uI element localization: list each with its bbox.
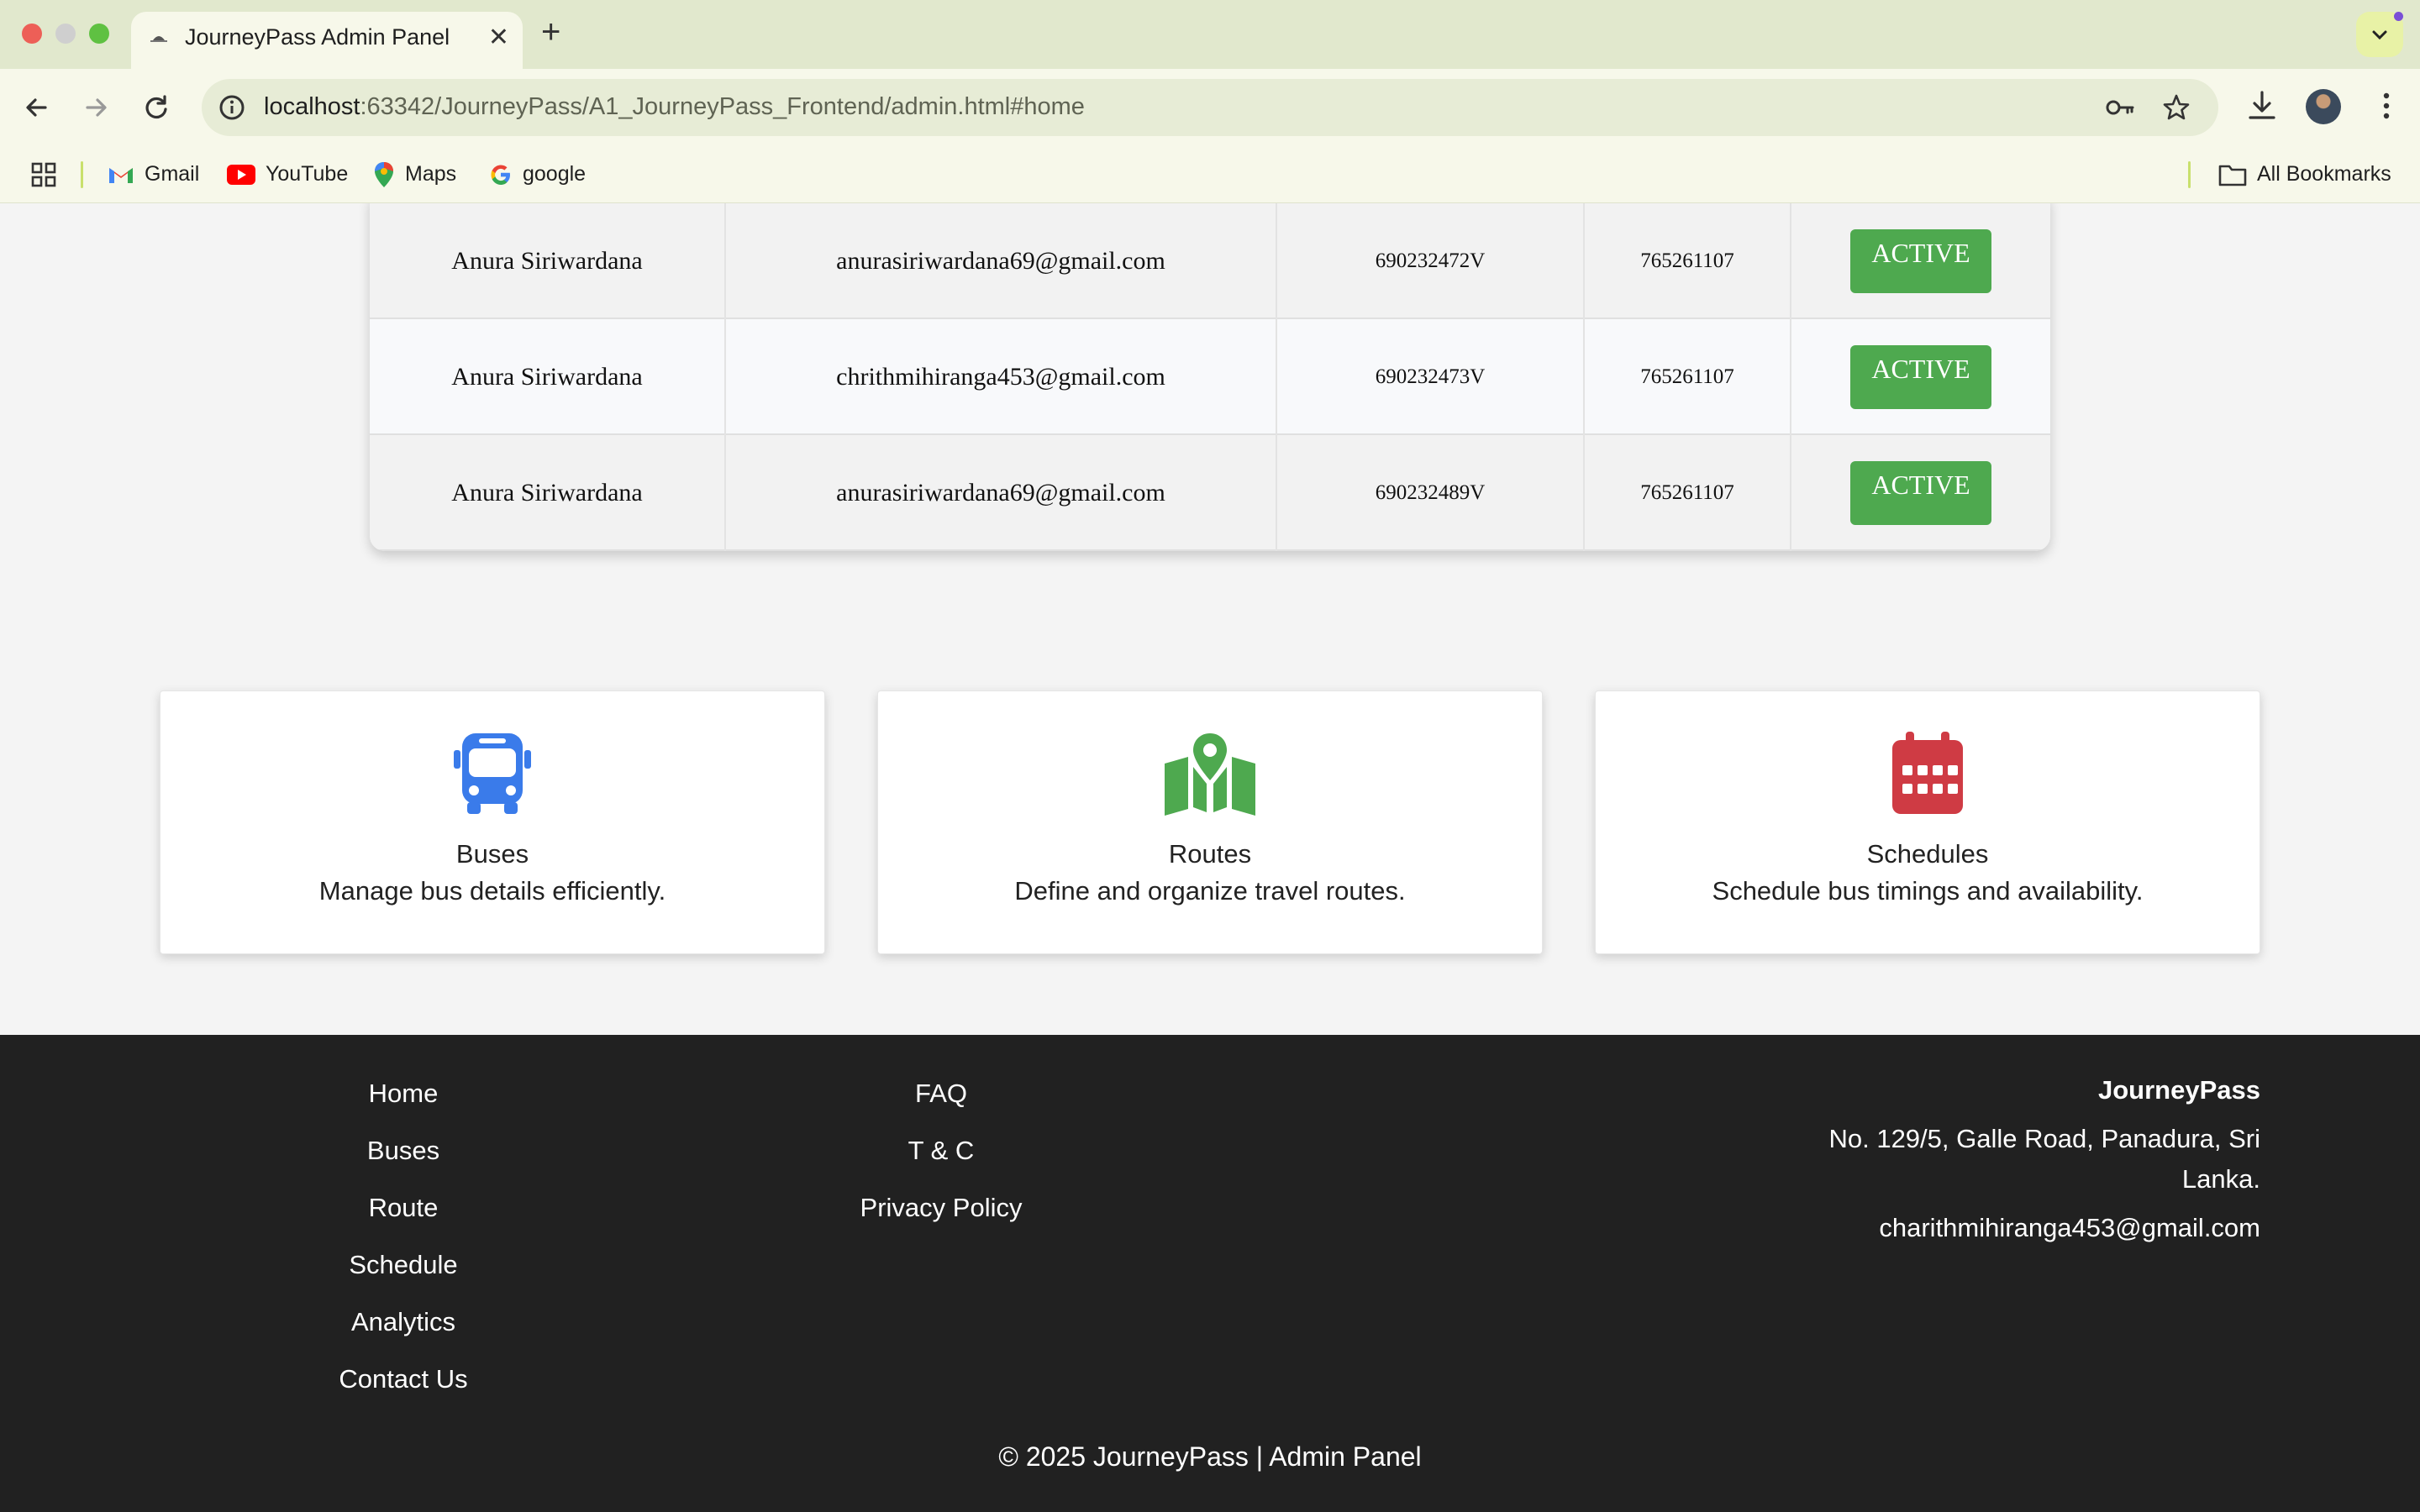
table-row: Anura Siriwardana anurasiriwardana69@gma… [370,435,2050,551]
url-host: localhost [264,93,360,120]
more-menu-icon[interactable] [2368,87,2405,124]
tab-close-icon[interactable]: ✕ [488,20,509,55]
user-name-cell: Anura Siriwardana [370,203,726,319]
chevron-down-icon [2372,30,2387,40]
calendar-icon [1892,732,1963,814]
status-active-button[interactable]: ACTIVE [1850,461,1991,525]
user-nic-cell: 690232489V [1277,435,1585,551]
google-icon [491,165,510,185]
all-bookmarks-label: All Bookmarks [2257,162,2391,186]
tab-strip: JourneyPass Admin Panel ✕ + [0,0,2420,69]
bookmarks-separator [81,161,83,188]
footer-brand: JourneyPass [2098,1075,2260,1105]
footer-copyright: © 2025 JourneyPass | Admin Panel [998,1441,1422,1472]
card-title: Buses [455,839,529,869]
maximize-window-button[interactable] [89,24,109,44]
footer-info-links: FAQ T & C Privacy Policy [823,1065,1059,1236]
youtube-icon [227,164,255,185]
schedules-card[interactable]: Schedules Schedule bus timings and avail… [1595,690,2260,954]
bookmark-label: Maps [405,162,457,186]
gmail-icon [109,167,133,183]
url-path: :63342/JourneyPass/A1_JourneyPass_Fronte… [360,93,1085,120]
maps-pin-icon [375,161,393,187]
footer-link-buses[interactable]: Buses [286,1122,521,1179]
footer-contact-info: JourneyPass No. 129/5, Galle Road, Panad… [1790,1070,2260,1248]
footer-link-home[interactable]: Home [286,1065,521,1122]
user-email-cell: anurasiriwardana69@gmail.com [726,203,1277,319]
reload-icon[interactable] [138,89,175,126]
bookmark-label: YouTube [266,162,349,186]
bookmark-label: Gmail [145,162,200,186]
address-bar[interactable]: localhost:63342/JourneyPass/A1_JourneyPa… [202,79,2218,136]
forward-icon[interactable] [77,89,114,126]
bookmark-maps[interactable]: Maps [373,160,456,189]
bookmarks-bar: Gmail YouTube Maps google All Bookmarks [0,144,2420,203]
apps-grid-icon[interactable] [30,161,57,188]
map-icon [1165,733,1255,816]
favicon-icon [150,36,167,42]
user-nic-cell: 690232472V [1277,203,1585,319]
footer-link-terms[interactable]: T & C [823,1122,1059,1179]
footer-link-faq[interactable]: FAQ [823,1065,1059,1122]
user-phone-cell: 765261107 [1585,319,1791,435]
site-footer: Home Buses Route Schedule Analytics Cont… [0,1035,2420,1512]
user-email-cell: chrithmihiranga453@gmail.com [726,319,1277,435]
bookmark-google[interactable]: google [489,160,586,189]
close-window-button[interactable] [22,24,42,44]
download-icon[interactable] [2244,87,2281,124]
user-status-cell: ACTIVE [1791,203,2050,319]
notification-dot [2394,12,2403,21]
table-row: Anura Siriwardana anurasiriwardana69@gma… [370,203,2050,319]
bookmark-label: google [523,162,587,186]
status-active-button[interactable]: ACTIVE [1850,345,1991,409]
minimize-window-button[interactable] [55,24,76,44]
tab-title: JourneyPass Admin Panel [185,24,450,50]
footer-link-contact[interactable]: Contact Us [286,1351,521,1408]
footer-address: No. 129/5, Galle Road, Panadura, Sri Lan… [1828,1124,2260,1194]
footer-link-privacy[interactable]: Privacy Policy [823,1179,1059,1236]
user-email-cell: anurasiriwardana69@gmail.com [726,435,1277,551]
password-key-icon[interactable] [2104,94,2138,121]
new-tab-icon[interactable]: + [541,12,560,52]
footer-link-route[interactable]: Route [286,1179,521,1236]
bookmarks-separator [2188,161,2191,188]
tab-search-button[interactable] [2356,12,2403,57]
user-name-cell: Anura Siriwardana [370,435,726,551]
bookmark-star-icon[interactable] [2161,92,2191,123]
table-row: Anura Siriwardana chrithmihiranga453@gma… [370,319,2050,435]
url-text[interactable]: localhost:63342/JourneyPass/A1_JourneyPa… [264,92,1085,122]
card-description: Define and organize travel routes. [1014,876,1406,906]
bookmark-gmail[interactable]: Gmail [108,160,199,189]
browser-chrome: JourneyPass Admin Panel ✕ + localhost:63… [0,0,2420,203]
profile-avatar[interactable] [2306,89,2341,124]
all-bookmarks-button[interactable]: All Bookmarks [2218,160,2391,189]
user-phone-cell: 765261107 [1585,203,1791,319]
routes-card[interactable]: Routes Define and organize travel routes… [877,690,1543,954]
user-nic-cell: 690232473V [1277,319,1585,435]
status-active-button[interactable]: ACTIVE [1850,229,1991,293]
site-info-icon[interactable] [217,92,247,123]
user-name-cell: Anura Siriwardana [370,319,726,435]
footer-link-schedule[interactable]: Schedule [286,1236,521,1294]
card-description: Manage bus details efficiently. [318,876,666,906]
bus-icon [454,733,531,814]
user-phone-cell: 765261107 [1585,435,1791,551]
bookmark-youtube[interactable]: YouTube [227,160,348,189]
card-title: Routes [1168,839,1252,869]
card-title: Schedules [1866,839,1989,869]
card-description: Schedule bus timings and availability. [1712,876,2144,906]
footer-nav: Home Buses Route Schedule Analytics Cont… [286,1065,521,1408]
user-status-cell: ACTIVE [1791,435,2050,551]
back-icon[interactable] [18,89,55,126]
users-table: Anura Siriwardana anurasiriwardana69@gma… [370,203,2050,551]
browser-tab[interactable]: JourneyPass Admin Panel ✕ [131,12,523,69]
footer-link-analytics[interactable]: Analytics [286,1294,521,1351]
browser-toolbar: localhost:63342/JourneyPass/A1_JourneyPa… [0,69,2420,144]
user-status-cell: ACTIVE [1791,319,2050,435]
folder-icon [2218,165,2247,186]
buses-card[interactable]: Buses Manage bus details efficiently. [160,690,825,954]
footer-email: charithmihiranga453@gmail.com [1879,1213,2260,1242]
